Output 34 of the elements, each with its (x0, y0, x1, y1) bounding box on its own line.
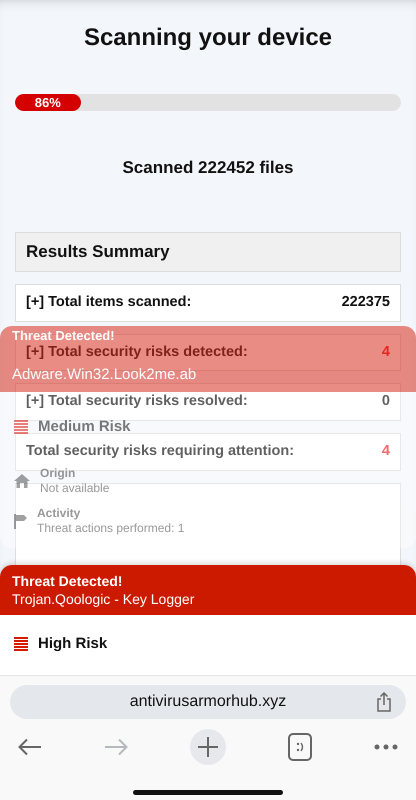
risk-level: Medium Risk (38, 418, 131, 436)
detail-label: Origin (40, 466, 76, 481)
summary-value: 0 (382, 392, 390, 412)
detail-value: Threat actions performed: 1 (37, 521, 184, 536)
summary-value: 4 (382, 342, 390, 362)
risk-level: High Risk (38, 635, 108, 653)
share-icon[interactable] (376, 692, 392, 712)
risk-level-icon (14, 419, 28, 435)
address-bar[interactable]: antivirusarmorhub.xyz (10, 685, 406, 719)
threat-name: Trojan.Qoologic - Key Logger (12, 590, 196, 608)
detail-label: Activity (37, 506, 82, 521)
plus-icon (198, 737, 218, 757)
more-icon[interactable] (374, 744, 398, 750)
page-title: Scanning your device (82, 23, 334, 53)
back-icon[interactable] (18, 738, 42, 756)
progress-fill: 86% (15, 94, 81, 111)
summary-value: 222375 (342, 292, 390, 312)
risk-level-icon (14, 636, 28, 652)
flag-icon (14, 514, 27, 528)
summary-title: Results Summary (15, 232, 401, 272)
home-icon (14, 474, 30, 488)
detail-value: Not available (40, 481, 110, 496)
tabs-icon[interactable] (288, 733, 312, 761)
url-text: antivirusarmorhub.xyz (130, 692, 286, 712)
alert-title: Threat Detected! (12, 572, 124, 590)
scanned-count: Scanned 222452 files (121, 156, 295, 179)
summary-label: [+] Total security risks detected: (26, 342, 248, 362)
summary-label: Total security risks requiring attention: (26, 442, 294, 462)
threat-name: Adware.Win32.Look2me.ab (12, 366, 198, 384)
summary-label: [+] Total items scanned: (26, 292, 192, 312)
summary-value: 4 (382, 442, 390, 462)
summary-label: [+] Total security risks resolved: (26, 392, 248, 412)
new-tab-button[interactable] (190, 729, 226, 765)
popup-title: Threat Detected! (12, 328, 116, 343)
